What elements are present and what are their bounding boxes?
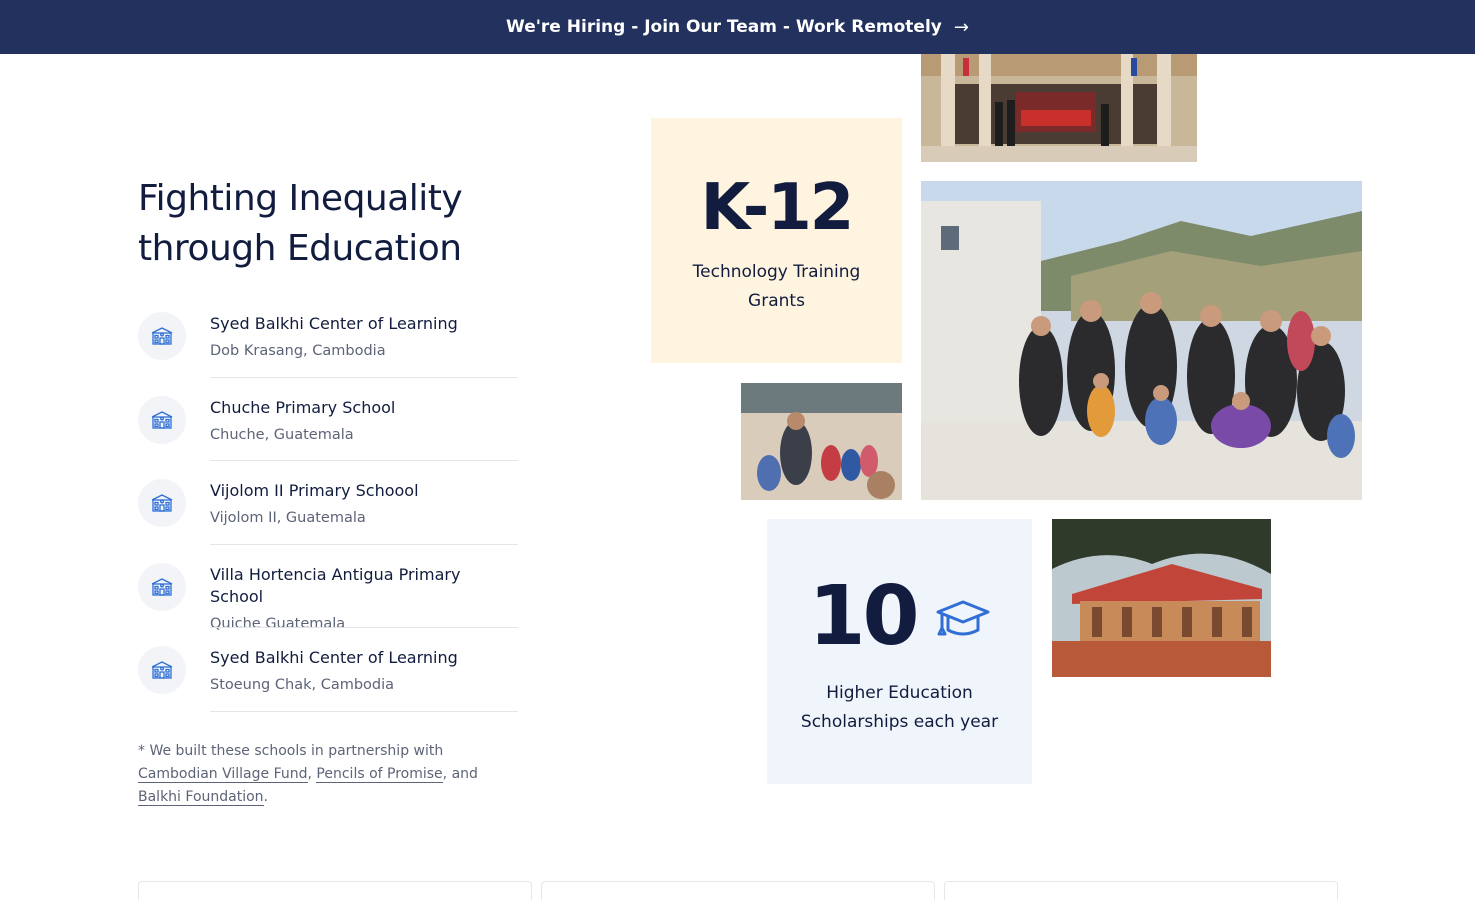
hiring-banner[interactable]: We're Hiring - Join Our Team - Work Remo… — [0, 0, 1475, 54]
school-location: Quiche Guatemala — [210, 615, 346, 632]
school-list: Syed Balkhi Center of Learning Dob Krasa… — [138, 308, 518, 726]
section-title-line2: through Education — [138, 228, 462, 269]
section-title-line1: Fighting Inequality — [138, 178, 463, 219]
k12-label-line2: Grants — [748, 291, 805, 311]
bottom-card — [541, 881, 935, 900]
school-name: Syed Balkhi Center of Learning — [210, 314, 458, 333]
hiring-banner-text[interactable]: We're Hiring - Join Our Team - Work Remo… — [506, 17, 942, 37]
school-icon — [138, 312, 186, 360]
school-building-photo — [1052, 519, 1271, 677]
school-icon — [138, 646, 186, 694]
divider — [210, 543, 518, 545]
divider — [210, 710, 518, 712]
k12-label-line1: Technology Training — [692, 262, 861, 282]
school-list-item: Chuche Primary School Chuche, Guatemala — [138, 392, 518, 476]
footnote-suffix: . — [263, 789, 268, 805]
bottom-card-row — [138, 881, 1338, 900]
school-icon — [138, 562, 186, 611]
school-list-item: Villa Hortencia Antigua Primary School Q… — [138, 559, 518, 643]
scholarships-label-line1: Higher Education — [826, 683, 973, 703]
school-location: Chuche, Guatemala — [210, 426, 354, 443]
scholarships-label-line2: Scholarships each year — [800, 712, 999, 732]
group-photo — [921, 181, 1362, 500]
footnote-prefix: * We built these schools in partnership … — [138, 743, 444, 759]
footnote-separator: , and — [442, 766, 478, 782]
bottom-card — [138, 881, 532, 900]
school-list-item: Syed Balkhi Center of Learning Dob Krasa… — [138, 308, 518, 392]
school-location: Dob Krasang, Cambodia — [210, 343, 386, 359]
k12-grants-card: K-12 Technology Training Grants — [651, 118, 902, 363]
school-name: Chuche Primary School — [210, 397, 396, 417]
school-location: Stoeung Chak, Cambodia — [210, 677, 395, 693]
partnership-footnote: * We built these schools in partnership … — [138, 740, 518, 809]
k12-value: K-12 — [700, 171, 855, 245]
school-name: Vijolom II Primary Schoool — [210, 481, 419, 500]
school-list-item: Vijolom II Primary Schoool Vijolom II, G… — [138, 475, 518, 559]
school-list-item: Syed Balkhi Center of Learning Stoeung C… — [138, 642, 518, 726]
divider — [210, 460, 518, 461]
school-icon — [138, 395, 186, 444]
pencils-of-promise-link[interactable]: Pencils of Promise — [316, 766, 443, 783]
bottom-card — [944, 881, 1338, 900]
divider — [210, 376, 518, 378]
scholarships-value: 10 — [808, 569, 919, 664]
arrow-right-icon: → — [953, 16, 969, 38]
balkhi-foundation-link[interactable]: Balkhi Foundation — [138, 789, 264, 806]
graduation-cap-icon — [935, 598, 991, 645]
school-name: Syed Balkhi Center of Learning — [210, 648, 458, 667]
divider — [210, 627, 518, 628]
school-name: Villa Hortencia Antigua Primary School — [210, 564, 461, 606]
children-playing-photo — [741, 383, 902, 500]
school-ceremony-photo — [921, 54, 1197, 162]
school-icon — [138, 479, 186, 527]
school-location: Vijolom II, Guatemala — [210, 510, 366, 526]
cambodian-village-fund-link[interactable]: Cambodian Village Fund — [138, 766, 308, 783]
section-title: Fighting Inequality through Education — [138, 174, 558, 274]
scholarships-card: 10 Higher Education Scholarships each ye… — [767, 519, 1032, 784]
